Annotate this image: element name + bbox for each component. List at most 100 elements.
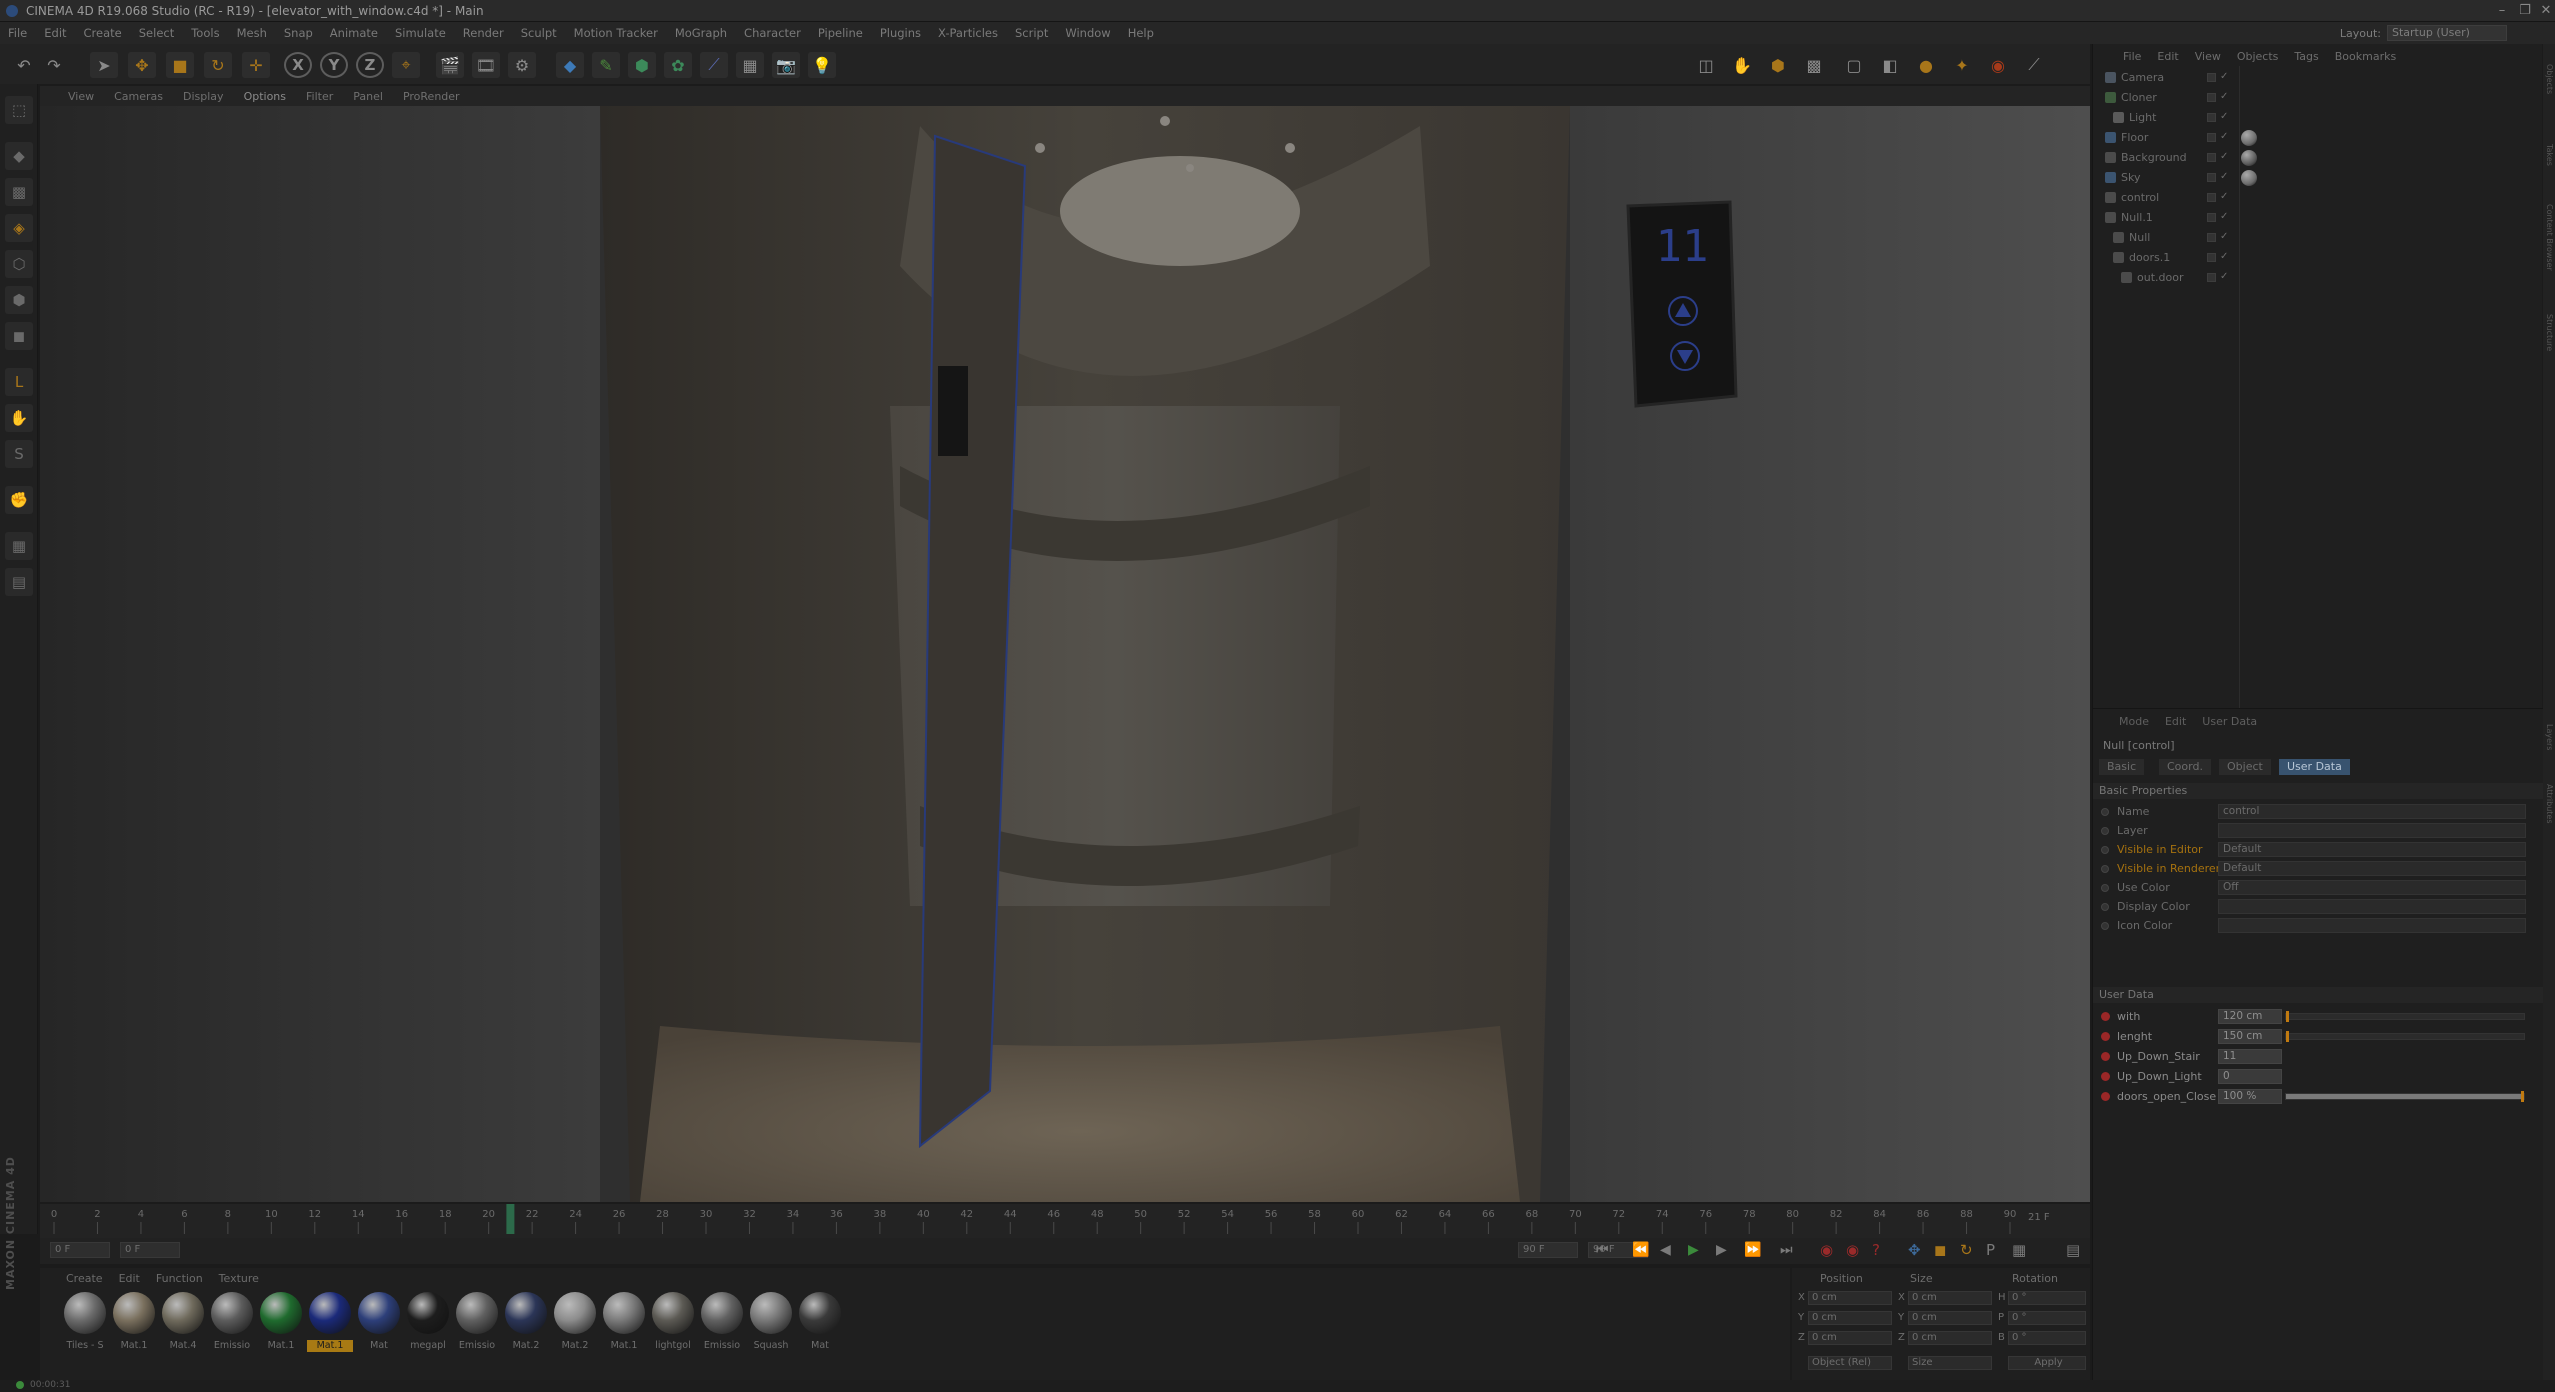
next-frame-icon[interactable]: ▶ <box>1716 1242 1727 1258</box>
property-value[interactable]: Off <box>2218 880 2526 895</box>
object-name[interactable]: Background <box>2121 151 2187 164</box>
go-to-end-icon[interactable]: ⏭ <box>1780 1242 1793 1258</box>
material-swatch[interactable]: Mat <box>797 1292 843 1362</box>
edges-mode-icon[interactable]: ✦ <box>1948 52 1976 78</box>
material-menu-edit[interactable]: Edit <box>119 1272 140 1285</box>
object-name[interactable]: out.door <box>2137 271 2183 284</box>
rotation-key-icon[interactable]: ↻ <box>1960 1241 1973 1259</box>
go-to-start-icon[interactable]: ⏮ <box>1596 1242 1609 1258</box>
timeline-window-icon[interactable]: ▤ <box>2066 1241 2080 1259</box>
material-swatch[interactable]: Tiles - S <box>62 1292 108 1362</box>
workplane-icon[interactable]: ✋ <box>1728 52 1756 78</box>
visibility-toggle[interactable] <box>2207 233 2216 242</box>
material-swatch[interactable]: Emissio <box>454 1292 500 1362</box>
viewport-menu-cameras[interactable]: Cameras <box>114 90 163 103</box>
last-tool-icon[interactable]: ✛ <box>242 52 270 78</box>
points-mode-icon[interactable]: ● <box>1912 52 1940 78</box>
user-data-slider[interactable] <box>2285 1031 2525 1042</box>
keyframe-dot-icon[interactable] <box>2101 1012 2110 1021</box>
menu-sculpt[interactable]: Sculpt <box>521 26 557 40</box>
menu-pipeline[interactable]: Pipeline <box>818 26 863 40</box>
maximize-button[interactable]: ❐ <box>2516 2 2534 20</box>
object-name[interactable]: Null.1 <box>2121 211 2153 224</box>
pen-spline-icon[interactable]: ✎ <box>592 52 620 78</box>
z-axis-toggle[interactable]: Z <box>356 52 384 78</box>
pos-y-field[interactable]: 0 cm <box>1808 1311 1892 1325</box>
material-menu-create[interactable]: Create <box>66 1272 103 1285</box>
model-mode-icon[interactable]: ▢ <box>1840 52 1868 78</box>
snap-icon[interactable]: ◫ <box>1692 52 1720 78</box>
object-name[interactable]: doors.1 <box>2129 251 2170 264</box>
visibility-toggle[interactable] <box>2207 173 2216 182</box>
enable-checkmark-icon[interactable]: ✓ <box>2220 91 2228 102</box>
move-tool-icon[interactable]: ✥ <box>128 52 156 78</box>
menu-select[interactable]: Select <box>139 26 174 40</box>
user-data-value[interactable]: 100 % <box>2218 1089 2282 1104</box>
viewport-menu-display[interactable]: Display <box>183 90 224 103</box>
material-swatch[interactable]: Mat.1 <box>307 1292 353 1362</box>
min-frame-field[interactable]: 0 F <box>120 1242 180 1258</box>
deformer-icon[interactable]: ⟋ <box>700 52 728 78</box>
pos-x-field[interactable]: 0 cm <box>1808 1291 1892 1305</box>
model-tool-icon[interactable]: ◆ <box>5 142 33 170</box>
material-tag-icon[interactable] <box>2241 150 2257 166</box>
menu-simulate[interactable]: Simulate <box>395 26 446 40</box>
user-data-value[interactable]: 150 cm <box>2218 1029 2282 1044</box>
object-name[interactable]: Sky <box>2121 171 2140 184</box>
parameter-key-icon[interactable]: P <box>1986 1241 1995 1259</box>
coordinate-mode-dropdown[interactable]: Object (Rel) <box>1808 1356 1892 1370</box>
material-tag-icon[interactable] <box>2241 170 2257 186</box>
object-row[interactable]: control ✓ <box>2093 188 2543 208</box>
menu-motion-tracker[interactable]: Motion Tracker <box>574 26 658 40</box>
visibility-toggle[interactable] <box>2207 193 2216 202</box>
viewport-menu-view[interactable]: View <box>68 90 94 103</box>
enable-checkmark-icon[interactable]: ✓ <box>2220 271 2228 282</box>
object-row[interactable]: Null.1 ✓ <box>2093 208 2543 228</box>
points-tool-icon[interactable]: ⬡ <box>5 250 33 278</box>
workplane-snap-icon[interactable]: ▦ <box>5 532 33 560</box>
object-row[interactable]: Camera ✓ <box>2093 68 2543 88</box>
enable-checkmark-icon[interactable]: ✓ <box>2220 211 2228 222</box>
vtab-layers[interactable]: Layers <box>2544 724 2554 750</box>
animate-property-icon[interactable] <box>2101 846 2109 854</box>
size-y-field[interactable]: 0 cm <box>1908 1311 1992 1325</box>
tab-coord[interactable]: Coord. <box>2159 759 2211 775</box>
slider-handle[interactable] <box>2286 1031 2289 1042</box>
play-icon[interactable]: ▶ <box>1688 1242 1699 1258</box>
menu-render[interactable]: Render <box>463 26 504 40</box>
position-key-icon[interactable]: ✥ <box>1908 1241 1921 1259</box>
object-name[interactable]: Floor <box>2121 131 2148 144</box>
material-swatch[interactable]: Mat.2 <box>503 1292 549 1362</box>
camera-icon[interactable]: 📷 <box>772 52 800 78</box>
enable-axis-icon[interactable]: L <box>5 368 33 396</box>
slider-handle[interactable] <box>2286 1011 2289 1022</box>
material-menu-function[interactable]: Function <box>156 1272 203 1285</box>
locked-workplane-icon[interactable]: ⬢ <box>1764 52 1792 78</box>
render-settings-icon[interactable]: ⚙ <box>508 52 536 78</box>
texture-tool-icon[interactable]: ▩ <box>5 178 33 206</box>
keyframe-selection-icon[interactable]: ? <box>1872 1241 1880 1259</box>
menu-mesh[interactable]: Mesh <box>237 26 267 40</box>
property-value[interactable] <box>2218 823 2526 838</box>
user-data-value[interactable]: 120 cm <box>2218 1009 2282 1024</box>
tab-object[interactable]: Object <box>2219 759 2271 775</box>
pos-z-field[interactable]: 0 cm <box>1808 1331 1892 1345</box>
om-menu-view[interactable]: View <box>2195 50 2221 66</box>
sculpt-icon[interactable]: ✊ <box>5 486 33 514</box>
menu-help[interactable]: Help <box>1128 26 1154 40</box>
texture-mode-icon[interactable]: ◧ <box>1876 52 1904 78</box>
visibility-toggle[interactable] <box>2207 113 2216 122</box>
object-row[interactable]: Sky ✓ <box>2093 168 2543 188</box>
size-x-field[interactable]: 0 cm <box>1908 1291 1992 1305</box>
scale-key-icon[interactable]: ◼ <box>1934 1241 1946 1259</box>
object-row[interactable]: Background ✓ <box>2093 148 2543 168</box>
workplane-tool-icon[interactable]: ◈ <box>5 214 33 242</box>
viewport-menu-panel[interactable]: Panel <box>353 90 383 103</box>
size-z-field[interactable]: 0 cm <box>1908 1331 1992 1345</box>
object-row[interactable]: doors.1 ✓ <box>2093 248 2543 268</box>
material-swatch[interactable]: Squash <box>748 1292 794 1362</box>
keyframe-dot-icon[interactable] <box>2101 1052 2110 1061</box>
material-menu-texture[interactable]: Texture <box>219 1272 259 1285</box>
light-icon[interactable]: 💡 <box>808 52 836 78</box>
x-axis-toggle[interactable]: X <box>284 52 312 78</box>
